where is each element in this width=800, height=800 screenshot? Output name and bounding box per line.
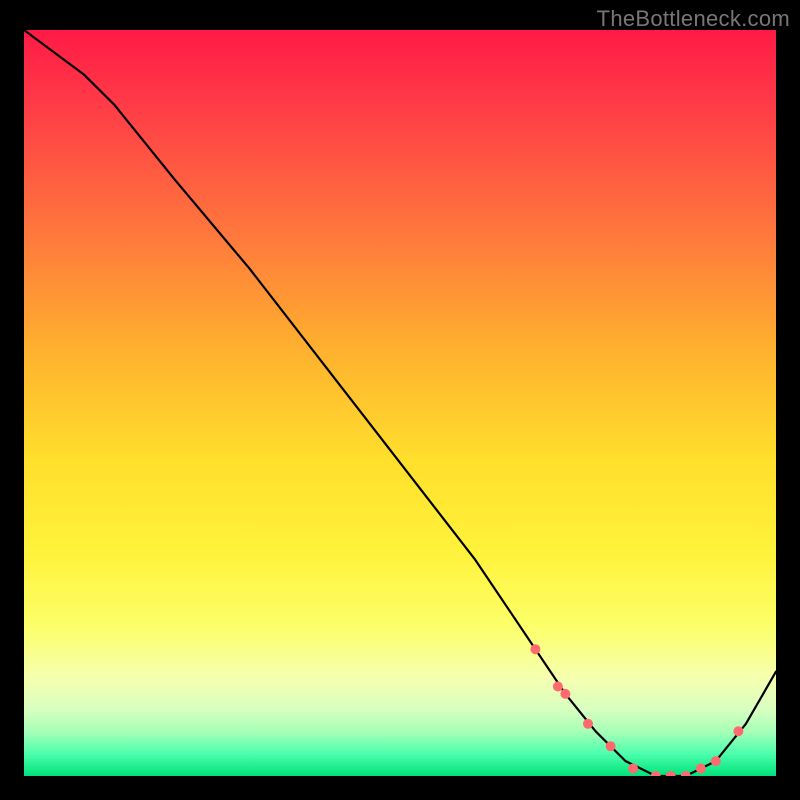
curve-layer <box>24 30 776 776</box>
marker-dot <box>628 764 638 774</box>
marker-layer <box>530 644 743 776</box>
watermark-label: TheBottleneck.com <box>597 6 790 32</box>
marker-dot <box>606 741 616 751</box>
marker-dot <box>530 644 540 654</box>
plot-area <box>24 30 776 776</box>
marker-dot <box>711 756 721 766</box>
bottleneck-curve <box>24 30 776 776</box>
marker-dot <box>733 726 743 736</box>
marker-dot <box>681 771 691 776</box>
marker-dot <box>560 689 570 699</box>
marker-dot <box>583 719 593 729</box>
marker-dot <box>553 682 563 692</box>
chart-frame: TheBottleneck.com <box>0 0 800 800</box>
marker-dot <box>651 771 661 776</box>
marker-dot <box>696 764 706 774</box>
chart-svg <box>24 30 776 776</box>
marker-dot <box>666 771 676 776</box>
